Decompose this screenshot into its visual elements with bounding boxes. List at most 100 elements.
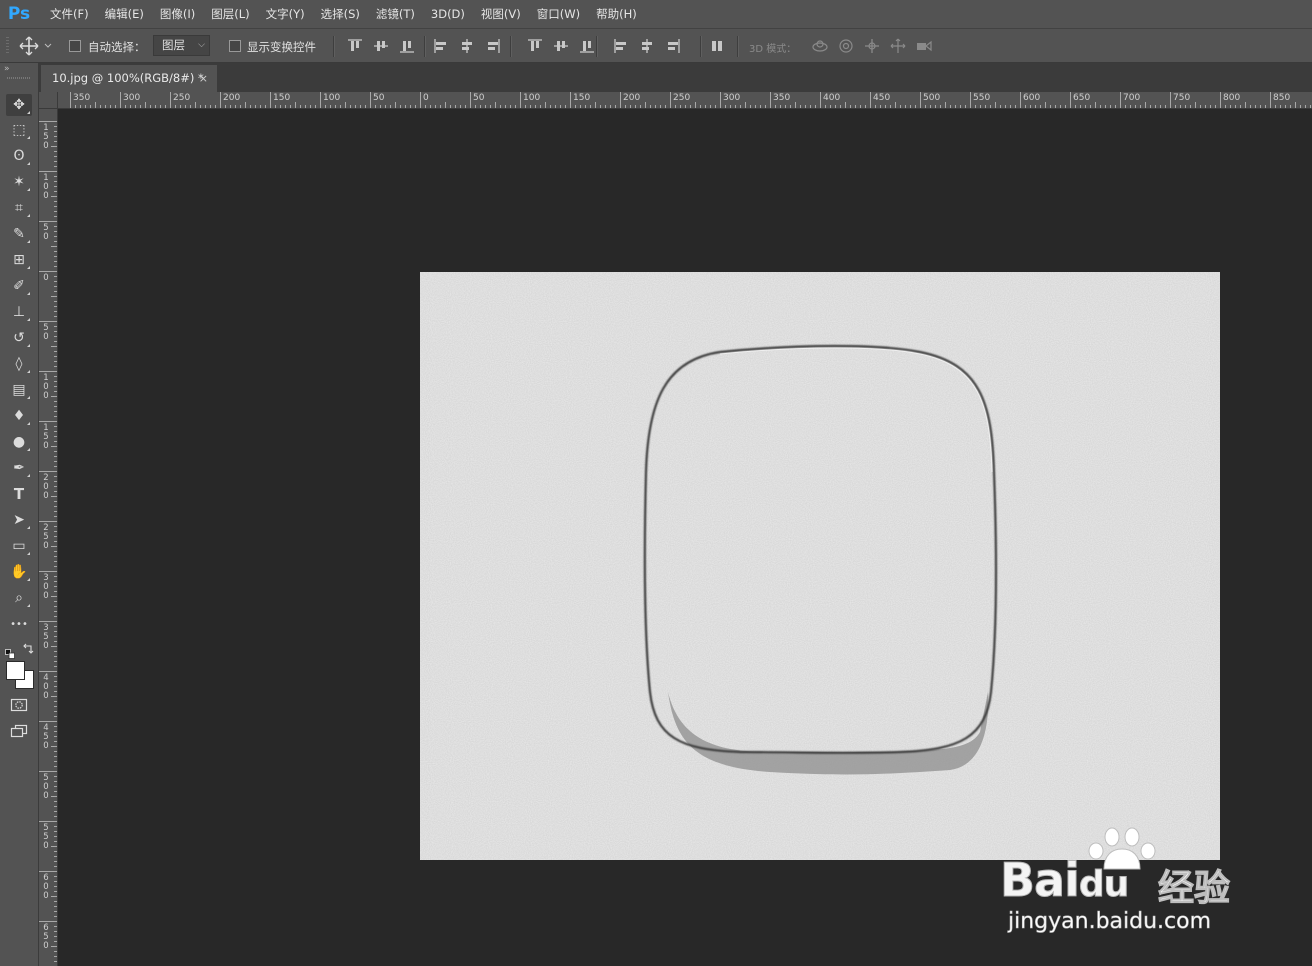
default-colors-icon[interactable] [5,644,15,659]
menu-item[interactable]: 图层(L) [203,0,257,28]
tool-group-indicator [27,111,30,114]
ruler-tick [39,671,57,672]
eraser-tool-icon[interactable]: ◊ [6,353,32,375]
ruler-label: 100 [523,93,541,103]
tool-group-indicator [27,526,30,529]
auto-select-checkbox[interactable] [69,40,81,52]
dodge-tool-icon[interactable]: ● [6,431,32,453]
lasso-tool-icon[interactable]: ʘ [6,145,32,167]
crop-tool-icon[interactable]: ⌗ [6,197,32,219]
move-tool-icon[interactable]: ✥ [6,94,32,116]
type-tool-icon[interactable]: T [6,483,32,505]
horizontal-ruler[interactable]: 350 300 250 200 150 100 50 0 50 100 150 200 250 300 35… [58,92,1312,109]
tool-group-indicator [27,214,30,217]
ruler-label: 200 [43,473,49,501]
ruler-minor-tick [145,102,146,108]
pen-tool-icon[interactable]: ✒ [6,457,32,479]
panel-grip[interactable] [7,77,31,79]
align-left-icon[interactable] [433,38,449,54]
distribute-bottom-icon[interactable] [579,38,595,54]
ruler-minor-tick [845,102,846,108]
menu-item[interactable]: 文件(F) [42,0,97,28]
tool-group-indicator [27,344,30,347]
document-canvas[interactable] [420,272,1220,860]
tool-group-indicator [27,552,30,555]
menu-item[interactable]: 选择(S) [313,0,368,28]
pan-3d-icon[interactable] [863,37,881,55]
orbit-3d-icon[interactable] [811,37,829,55]
hand-tool-icon[interactable]: ✋ [6,561,32,583]
ruler-tick [870,92,871,108]
options-separator [596,36,598,57]
more-tools-icon[interactable]: ••• [6,613,32,635]
ruler-minor-tick [51,196,57,197]
show-transform-checkbox[interactable] [229,40,241,52]
ruler-minor-tick [745,102,746,108]
auto-select-target-select[interactable]: 图层 ⌵ [153,35,210,56]
screen-mode-icon[interactable] [6,720,32,742]
watermark-brand: Baidu [1000,853,1130,908]
vertical-ruler[interactable]: 1501005005010015020025030035040045050055… [39,109,58,966]
menu-item[interactable]: 视图(V) [473,0,529,28]
tool-group-indicator [27,266,30,269]
menu-item[interactable]: 文字(Y) [258,0,313,28]
ruler-label: 100 [43,373,49,401]
history-brush-tool-glyph: ↺ [13,330,25,346]
ruler-label: 250 [173,93,191,103]
rectangle-tool-icon[interactable]: ▭ [6,535,32,557]
distribute-top-icon[interactable] [527,38,543,54]
slide-3d-icon[interactable] [889,37,907,55]
stamp-tool-icon[interactable]: ⊥ [6,301,32,323]
swap-colors-icon[interactable] [22,643,34,655]
align-right-icon[interactable] [485,38,501,54]
menu-item[interactable]: 窗口(W) [529,0,588,28]
align-bottom-icon[interactable] [399,38,415,54]
align-top-icon[interactable] [347,38,363,54]
history-brush-tool-icon[interactable]: ↺ [6,327,32,349]
menu-item[interactable]: 帮助(H) [588,0,645,28]
collapse-panel-icon[interactable]: » [4,64,10,74]
roll-3d-icon[interactable] [837,37,855,55]
close-icon[interactable]: × [199,65,208,92]
ruler-tick [920,92,921,108]
ruler-minor-tick [51,246,57,247]
ruler-tick [39,271,57,272]
magic-wand-tool-icon[interactable]: ✶ [6,171,32,193]
menu-item[interactable]: 图像(I) [152,0,203,28]
move-tool-preset-icon[interactable] [18,35,56,57]
foreground-color-swatch[interactable] [6,661,25,680]
marquee-tool-icon[interactable]: ⬚ [6,119,32,141]
ruler-label: 100 [323,93,341,103]
distribute-hcenter-icon[interactable] [639,38,655,54]
brush-tool-glyph: ✐ [13,278,25,294]
path-select-tool-icon[interactable]: ➤ [6,509,32,531]
eyedropper-tool-icon[interactable]: ✎ [6,223,32,245]
align-hcenter-icon[interactable] [459,38,475,54]
scale-3d-icon[interactable] [915,37,933,55]
menu-item[interactable]: 滤镜(T) [368,0,423,28]
frame-tool-icon[interactable]: ⊞ [6,249,32,271]
gradient-tool-icon[interactable]: ▤ [6,379,32,401]
quick-mask-icon[interactable] [6,694,32,716]
mode-3d-label: 3D 模式： [749,44,797,55]
ruler-tick [370,92,371,108]
blur-tool-icon[interactable]: ♦ [6,405,32,427]
menu-item[interactable]: 编辑(E) [97,0,152,28]
ruler-label: 250 [673,93,691,103]
ruler-label: 300 [723,93,741,103]
options-bar-grip[interactable] [6,37,9,55]
align-vcenter-icon[interactable] [373,38,389,54]
ruler-label: 350 [73,93,91,103]
menu-item[interactable]: 3D(D) [423,0,473,28]
ruler-label: 450 [43,723,49,751]
distribute-right-icon[interactable] [665,38,681,54]
auto-align-icon[interactable] [709,38,725,54]
document-tab[interactable]: 10.jpg @ 100%(RGB/8#) * × [41,65,217,92]
brush-tool-icon[interactable]: ✐ [6,275,32,297]
zoom-tool-icon[interactable]: ⌕ [6,587,32,609]
distribute-left-icon[interactable] [613,38,629,54]
ruler-origin[interactable] [39,92,58,109]
ruler-label: 650 [1073,93,1091,103]
ruler-minor-tick [1045,102,1046,108]
distribute-vcenter-icon[interactable] [553,38,569,54]
